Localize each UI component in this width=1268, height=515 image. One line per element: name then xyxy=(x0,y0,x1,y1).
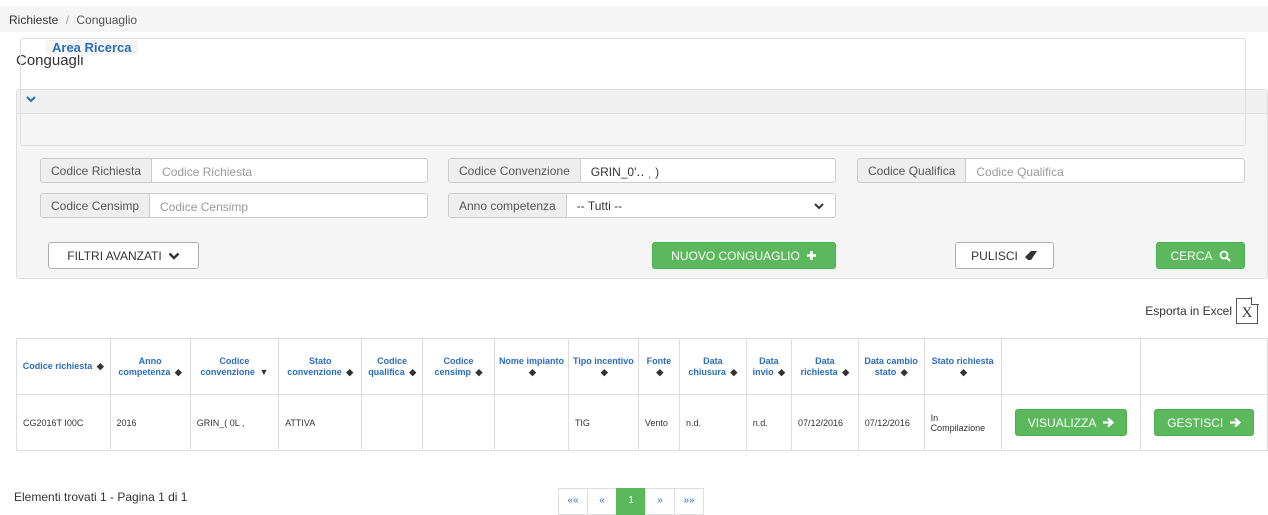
arrow-right-icon xyxy=(1103,417,1115,428)
codice-convenzione-group: Codice Convenzione GRIN_0'‥ ˌ ) xyxy=(448,158,836,183)
col-header[interactable]: Anno competenza ◆ xyxy=(109,338,191,395)
pulisci-label: PULISCI xyxy=(971,248,1018,263)
breadcrumb: Richieste / Conguaglio xyxy=(0,6,1268,32)
breadcrumb-separator: / xyxy=(65,13,70,27)
export-excel-link[interactable]: Esporta in Excel X xyxy=(1145,297,1259,324)
pagination: «« « 1 » »» xyxy=(558,488,704,515)
codice-qualifica-input[interactable]: Codice Qualifica xyxy=(965,158,1245,183)
search-area-legend: Area Ricerca xyxy=(46,40,138,55)
cell-data-chiusura: n.d. xyxy=(678,394,747,451)
chevron-down-icon xyxy=(168,252,180,260)
cell-codice-censimp xyxy=(421,394,495,451)
col-header[interactable]: Codice censimp ◆ xyxy=(421,338,495,395)
codice-convenzione-input[interactable]: GRIN_0'‥ ˌ ) xyxy=(579,158,836,183)
cell-nome-impianto xyxy=(493,394,569,451)
nuovo-conguaglio-button[interactable]: NUOVO CONGUAGLIO xyxy=(652,242,836,269)
cell-data-invio: n.d. xyxy=(745,394,792,451)
cell-gestisci: GESTISCI xyxy=(1140,394,1268,451)
codice-richiesta-group: Codice Richiesta Codice Richiesta xyxy=(40,158,428,183)
excel-file-icon-letter: X xyxy=(1241,305,1253,321)
cell-data-cambio-stato: 07/12/2016 xyxy=(857,394,925,451)
anno-competenza-selected: -- Tutti -- xyxy=(576,198,623,213)
anno-competenza-label: Anno competenza xyxy=(448,193,566,218)
search-area xyxy=(20,38,1246,146)
filtri-avanzati-button[interactable]: FILTRI AVANZATI xyxy=(48,242,199,269)
anno-competenza-select[interactable]: -- Tutti -- xyxy=(565,193,836,218)
cell-codice-convenzione: GRIN_( 0L , xyxy=(189,394,280,451)
codice-richiesta-label: Codice Richiesta xyxy=(40,158,152,183)
search-icon xyxy=(1219,250,1231,262)
col-header[interactable]: Fonte ◆ xyxy=(637,338,680,395)
cell-visualizza: VISUALIZZA xyxy=(1000,394,1142,451)
pagination-current[interactable]: 1 xyxy=(616,488,646,515)
visualizza-label: VISUALIZZA xyxy=(1027,415,1097,430)
cell-codice-qualifica xyxy=(361,394,423,451)
cell-stato-richiesta: In Compilazione xyxy=(923,394,1002,451)
cell-tipo-incentivo: TIG xyxy=(567,394,639,451)
codice-qualifica-group: Codice Qualifica Codice Qualifica xyxy=(857,158,1245,183)
chevron-down-icon xyxy=(814,202,824,209)
anno-competenza-group: Anno competenza -- Tutti -- xyxy=(448,193,836,218)
col-header[interactable]: Codice convenzione ▼ xyxy=(189,338,280,395)
col-header[interactable]: Nome impianto ◆ xyxy=(493,338,569,395)
breadcrumb-current: Conguaglio xyxy=(76,13,138,27)
cerca-label: CERCA xyxy=(1170,248,1213,263)
col-header[interactable]: Data invio ◆ xyxy=(745,338,792,395)
codice-richiesta-input[interactable]: Codice Richiesta xyxy=(151,158,428,183)
col-header-empty xyxy=(1140,338,1268,395)
cell-anno-competenza: 2016 xyxy=(109,394,191,451)
cell-stato-convenzione: ATTIVA xyxy=(278,394,363,451)
plus-icon xyxy=(806,251,816,260)
filtri-avanzati-label: FILTRI AVANZATI xyxy=(67,248,162,263)
col-header[interactable]: Stato richiesta ◆ xyxy=(923,338,1002,395)
pulisci-button[interactable]: PULISCI xyxy=(955,242,1054,269)
breadcrumb-link-richieste[interactable]: Richieste xyxy=(9,13,58,27)
gestisci-button[interactable]: GESTISCI xyxy=(1154,409,1255,436)
col-header[interactable]: Data richiesta ◆ xyxy=(790,338,859,395)
codice-censimp-label: Codice Censimp xyxy=(40,193,150,218)
visualizza-button[interactable]: VISUALIZZA xyxy=(1014,409,1128,436)
arrow-right-icon xyxy=(1230,417,1242,428)
pagination-next[interactable]: » xyxy=(645,488,675,515)
col-header[interactable]: Codice richiesta ◆ xyxy=(16,338,111,395)
eraser-icon xyxy=(1024,251,1037,260)
col-header[interactable]: Stato convenzione ◆ xyxy=(278,338,363,395)
results-count: Elementi trovati 1 - Pagina 1 di 1 xyxy=(14,490,188,504)
cell-data-richiesta: 07/12/2016 xyxy=(790,394,859,451)
table-header-row: Codice richiesta ◆ Anno competenza ◆ Cod… xyxy=(16,338,1268,395)
col-header[interactable]: Data cambio stato ◆ xyxy=(857,338,925,395)
codice-convenzione-label: Codice Convenzione xyxy=(448,158,580,183)
pagination-prev[interactable]: « xyxy=(587,488,617,515)
col-header[interactable]: Tipo incentivo ◆ xyxy=(567,338,639,395)
nuovo-conguaglio-label: NUOVO CONGUAGLIO xyxy=(671,248,800,263)
pagination-last[interactable]: »» xyxy=(674,488,704,515)
results-table: Codice richiesta ◆ Anno competenza ◆ Cod… xyxy=(16,338,1268,451)
gestisci-label: GESTISCI xyxy=(1167,415,1224,430)
pagination-first[interactable]: «« xyxy=(558,488,588,515)
col-header[interactable]: Codice qualifica ◆ xyxy=(361,338,423,395)
export-excel-label: Esporta in Excel xyxy=(1145,304,1232,318)
cell-fonte: Vento xyxy=(637,394,680,451)
col-header-empty xyxy=(1000,338,1142,395)
codice-censimp-input[interactable]: Codice Censimp xyxy=(149,193,428,218)
codice-qualifica-label: Codice Qualifica xyxy=(857,158,966,183)
table-row: CG2016T I00C 2016 GRIN_( 0L , ATTIVA TIG… xyxy=(16,394,1268,451)
excel-file-icon: X xyxy=(1236,297,1259,324)
cerca-button[interactable]: CERCA xyxy=(1156,242,1245,269)
col-header[interactable]: Data chiusura ◆ xyxy=(678,338,747,395)
cell-codice-richiesta: CG2016T I00C xyxy=(16,394,111,451)
codice-censimp-group: Codice Censimp Codice Censimp xyxy=(40,193,428,218)
